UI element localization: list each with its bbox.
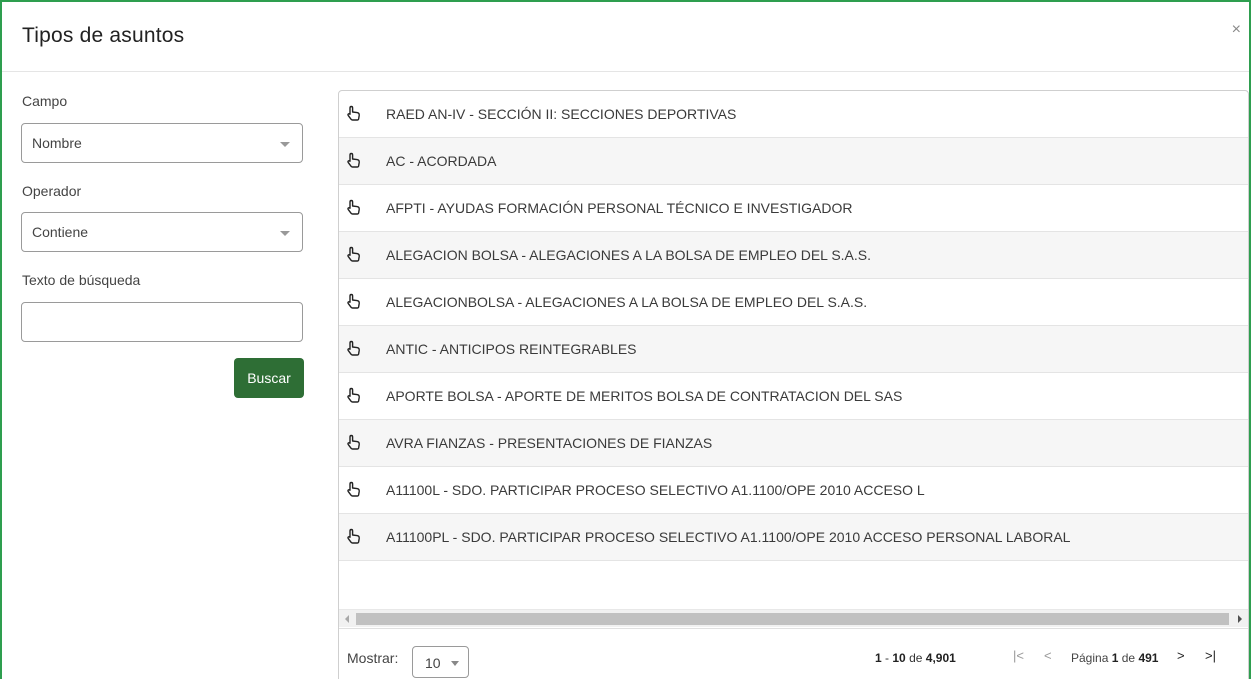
page-size-select[interactable]: 10 xyxy=(412,646,469,678)
results-list: RAED AN-IV - SECCIÓN II: SECCIONES DEPOR… xyxy=(339,91,1248,561)
list-item-label: AVRA FIANZAS - PRESENTACIONES DE FIANZAS xyxy=(386,435,713,451)
operador-select[interactable]: Contiene xyxy=(21,212,303,252)
search-input[interactable] xyxy=(21,302,303,342)
operador-select-value: Contiene xyxy=(32,224,89,240)
list-item-label: ALEGACION BOLSA - ALEGACIONES A LA BOLSA… xyxy=(386,247,872,263)
list-item-label: ALEGACIONBOLSA - ALEGACIONES A LA BOLSA … xyxy=(386,294,868,310)
list-item[interactable]: APORTE BOLSA - APORTE DE MERITOS BOLSA D… xyxy=(339,373,1248,420)
list-item[interactable]: AFPTI - AYUDAS FORMACIÓN PERSONAL TÉCNIC… xyxy=(339,185,1248,232)
campo-label: Campo xyxy=(22,93,68,109)
list-item[interactable]: AVRA FIANZAS - PRESENTACIONES DE FIANZAS xyxy=(339,420,1248,467)
scroll-right-icon[interactable] xyxy=(1238,615,1242,623)
campo-select[interactable]: Nombre xyxy=(21,123,303,163)
list-item-label: AC - ACORDADA xyxy=(386,153,497,169)
page-info: Página 1 de 491 xyxy=(1071,651,1158,665)
list-item-label: AFPTI - AYUDAS FORMACIÓN PERSONAL TÉCNIC… xyxy=(386,200,853,216)
page-label: Página xyxy=(1071,651,1109,665)
page-size-value: 10 xyxy=(425,655,441,671)
first-page-icon[interactable]: |< xyxy=(1013,648,1024,663)
list-item[interactable]: ALEGACIONBOLSA - ALEGACIONES A LA BOLSA … xyxy=(339,279,1248,326)
range-info: 1 - 10 de 4,901 xyxy=(875,651,956,665)
list-item-label: APORTE BOLSA - APORTE DE MERITOS BOLSA D… xyxy=(386,388,903,404)
hand-pointer-icon xyxy=(345,386,363,404)
close-icon[interactable]: × xyxy=(1232,22,1241,38)
last-page-icon[interactable]: >| xyxy=(1205,648,1216,663)
list-item[interactable]: A11100L - SDO. PARTICIPAR PROCESO SELECT… xyxy=(339,467,1248,514)
hand-pointer-icon xyxy=(345,339,363,357)
chevron-down-icon xyxy=(451,661,459,666)
scrollbar-thumb[interactable] xyxy=(356,613,1229,625)
hand-pointer-icon xyxy=(345,104,363,122)
list-item[interactable]: ALEGACION BOLSA - ALEGACIONES A LA BOLSA… xyxy=(339,232,1248,279)
current-page: 1 xyxy=(1111,651,1119,665)
list-item-label: ANTIC - ANTICIPOS REINTEGRABLES xyxy=(386,341,637,357)
list-item[interactable]: RAED AN-IV - SECCIÓN II: SECCIONES DEPOR… xyxy=(339,91,1248,138)
list-item-label: A11100L - SDO. PARTICIPAR PROCESO SELECT… xyxy=(386,482,925,498)
page-of: de xyxy=(1121,651,1136,665)
list-item[interactable]: ANTIC - ANTICIPOS REINTEGRABLES xyxy=(339,326,1248,373)
hand-pointer-icon xyxy=(345,151,363,169)
texto-busqueda-label: Texto de búsqueda xyxy=(22,272,141,288)
modal-dialog: Tipos de asuntos × Campo Nombre Operador… xyxy=(0,0,1251,679)
hand-pointer-icon xyxy=(345,198,363,216)
pager: Mostrar: 10 1 - 10 de 4,901 |< < Página … xyxy=(339,628,1248,679)
modal-title: Tipos de asuntos xyxy=(22,24,185,47)
total-pages: 491 xyxy=(1138,651,1159,665)
hand-pointer-icon xyxy=(345,480,363,498)
list-item-label: RAED AN-IV - SECCIÓN II: SECCIONES DEPOR… xyxy=(386,106,737,122)
search-button[interactable]: Buscar xyxy=(234,358,304,398)
hand-pointer-icon xyxy=(345,527,363,545)
campo-select-value: Nombre xyxy=(32,135,82,151)
scroll-left-icon[interactable] xyxy=(345,615,349,623)
range-of: de xyxy=(909,651,923,665)
results-grid: RAED AN-IV - SECCIÓN II: SECCIONES DEPOR… xyxy=(338,90,1249,679)
list-item[interactable]: A11100PL - SDO. PARTICIPAR PROCESO SELEC… xyxy=(339,514,1248,561)
list-item-label: A11100PL - SDO. PARTICIPAR PROCESO SELEC… xyxy=(386,529,1071,545)
operador-label: Operador xyxy=(22,183,82,199)
page-size-label: Mostrar: xyxy=(347,650,399,666)
list-item[interactable]: AC - ACORDADA xyxy=(339,138,1248,185)
hand-pointer-icon xyxy=(345,433,363,451)
range-total: 4,901 xyxy=(925,651,956,665)
next-page-icon[interactable]: > xyxy=(1177,648,1185,663)
chevron-down-icon xyxy=(280,231,290,236)
hand-pointer-icon xyxy=(345,292,363,310)
horizontal-scrollbar[interactable] xyxy=(339,609,1248,627)
range-start: 1 xyxy=(875,651,882,665)
chevron-down-icon xyxy=(280,142,290,147)
hand-pointer-icon xyxy=(345,245,363,263)
modal-header: Tipos de asuntos × xyxy=(2,2,1249,72)
range-end: 10 xyxy=(892,651,906,665)
prev-page-icon[interactable]: < xyxy=(1044,648,1052,663)
